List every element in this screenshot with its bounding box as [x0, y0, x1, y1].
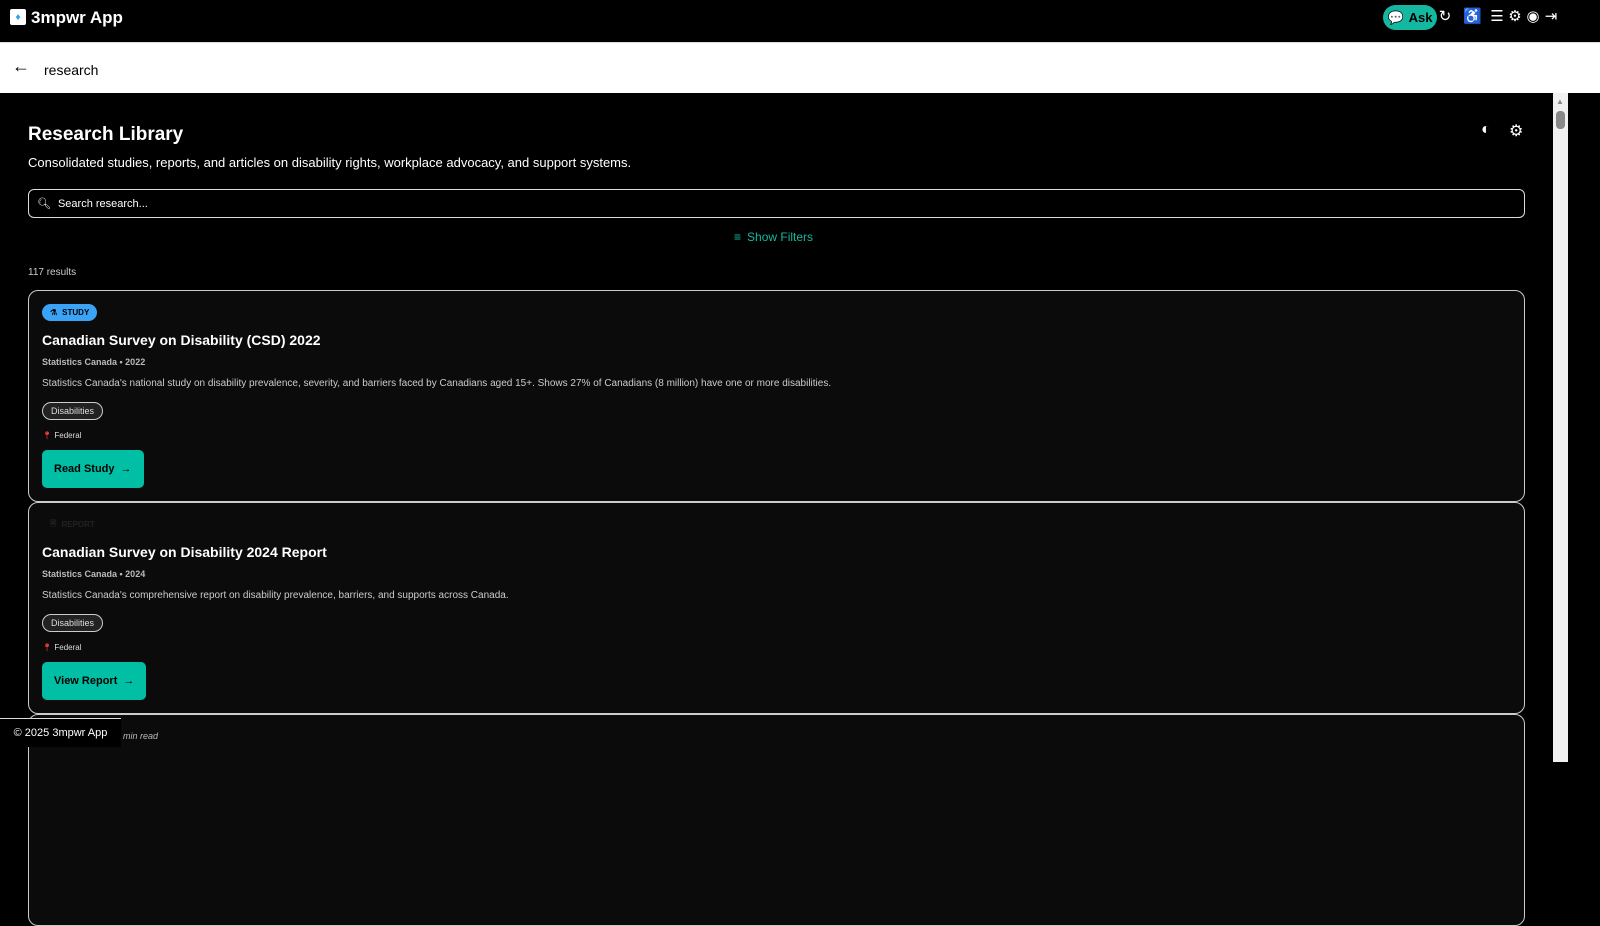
card-title: Canadian Survey on Disability 2024 Repor… [42, 544, 327, 560]
type-badge: ⚗ STUDY [42, 304, 98, 321]
button-label: View Report [54, 675, 118, 687]
flask-icon: ⚗ [50, 308, 58, 317]
app-logo-icon: ♦ [10, 9, 26, 25]
location: 📍︎ Federal [42, 431, 82, 440]
location: 📍︎ Federal [42, 643, 82, 652]
breadcrumb: research [44, 62, 99, 78]
location-label: Federal [54, 431, 82, 440]
arrow-right-icon: → [123, 675, 135, 687]
type-badge: 🗎 REPORT [42, 516, 103, 533]
scrollbar[interactable]: ▲ [1553, 93, 1568, 762]
ask-button[interactable]: 💬 Ask [1383, 5, 1437, 30]
show-filters-button[interactable]: ≡ Show Filters [734, 230, 813, 244]
pin-icon: 📍︎ [42, 643, 53, 652]
app-title: 3mpwr App [31, 8, 123, 27]
breadcrumb-bar: ← research [0, 42, 1600, 93]
contrast-icon[interactable]: ◐ [1481, 121, 1491, 139]
search-input[interactable] [57, 197, 1458, 210]
scrollbar-thumb[interactable] [1556, 111, 1565, 129]
page-title: Research Library [28, 124, 184, 145]
search-field[interactable]: 🔍︎ [28, 189, 1525, 218]
card-description: Statistics Canada's national study on di… [42, 378, 832, 389]
gear-icon[interactable]: ⚙ [1507, 8, 1523, 26]
filter-icon: ≡ [734, 230, 742, 244]
badge-label: STUDY [62, 308, 90, 317]
main-content: Research Library Consolidated studies, r… [0, 93, 1553, 926]
location-label: Federal [54, 643, 82, 652]
card-meta: Statistics Canada • 2024 [42, 569, 146, 579]
topic-tag[interactable]: Disabilities [42, 614, 104, 632]
view-report-button[interactable]: View Report → [42, 662, 147, 700]
footer: © 2025 3mpwr App [0, 718, 121, 747]
button-label: Read Study [54, 463, 115, 475]
read-study-button[interactable]: Read Study → [42, 450, 144, 488]
card-title: Canadian Survey on Disability (CSD) 2022 [42, 332, 321, 348]
ask-label: Ask [1408, 10, 1433, 25]
topic-tag[interactable]: Disabilities [42, 402, 104, 420]
research-card: ⚗ STUDY Canadian Survey on Disability (CS… [28, 290, 1525, 502]
menu-icon[interactable]: ☰ [1489, 8, 1505, 26]
arrow-right-icon: → [120, 463, 132, 475]
pin-icon: 📍︎ [42, 431, 53, 440]
document-icon: 🗎 [50, 518, 57, 528]
research-card-partial [28, 714, 1525, 926]
chat-icon: 💬 [1387, 9, 1404, 25]
card-meta: Statistics Canada • 2022 [42, 357, 146, 367]
top-bar: ♦ 3mpwr App 💬 Ask ↻ ♿ ☰ ⚙ ◉ ⇥ [0, 0, 1600, 42]
research-card: 🗎 REPORT Canadian Survey on Disability 20… [28, 502, 1525, 714]
results-count: 117 results [28, 267, 77, 278]
filters-label: Show Filters [747, 230, 814, 244]
profile-icon[interactable]: ◉ [1525, 8, 1541, 26]
scroll-up-icon[interactable]: ▲ [1556, 97, 1564, 106]
logout-icon[interactable]: ⇥ [1543, 8, 1559, 26]
badge-label: REPORT [61, 520, 95, 529]
accessibility-icon[interactable]: ♿ [1463, 8, 1482, 26]
refresh-icon[interactable]: ↻ [1437, 8, 1453, 26]
card-description: Statistics Canada's comprehensive report… [42, 590, 509, 601]
settings-gear-icon[interactable]: ⚙ [1509, 121, 1523, 141]
back-arrow-icon[interactable]: ← [12, 56, 30, 77]
min-read: min read [123, 731, 159, 741]
search-icon: 🔍︎ [37, 198, 51, 210]
page-subtitle: Consolidated studies, reports, and artic… [28, 155, 632, 170]
